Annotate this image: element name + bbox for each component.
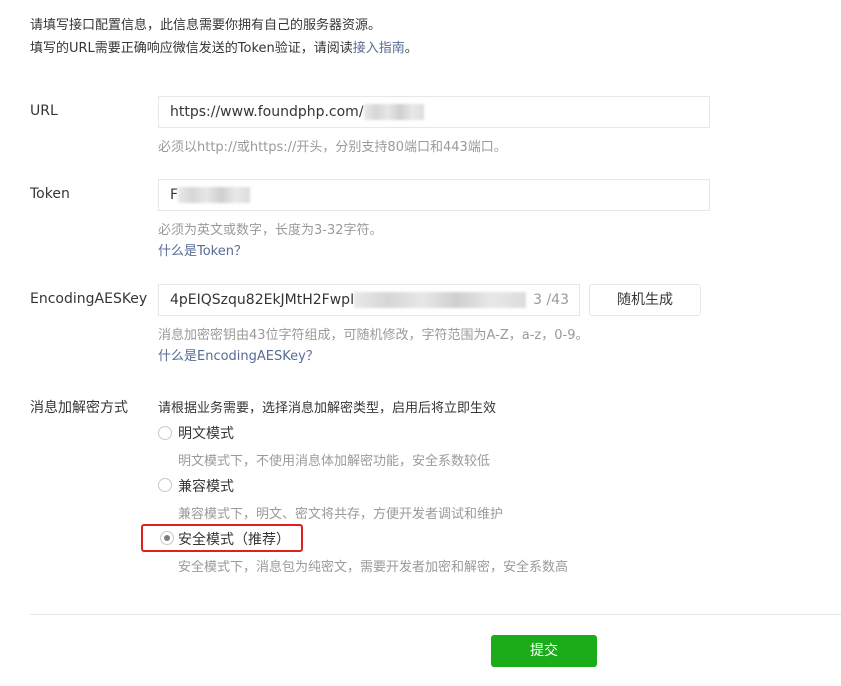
intro-line-1: 请填写接口配置信息，此信息需要你拥有自己的服务器资源。 [30, 18, 382, 33]
aes-label: EncodingAESKey [30, 291, 148, 307]
radio-plaintext[interactable] [158, 426, 172, 440]
url-hint: 必须以http://或https://开头，分别支持80端口和443端口。 [158, 140, 507, 155]
footer-divider [30, 614, 841, 615]
token-value: F [170, 187, 179, 203]
random-generate-button[interactable]: 随机生成 [589, 284, 701, 316]
aes-redacted-mask [354, 292, 527, 308]
aes-value: 4pEIQSzqu82EkJMtH2FwpI [170, 292, 355, 308]
intro-line-2-suffix: 。 [404, 41, 418, 56]
url-redacted-mask [363, 104, 424, 120]
encryption-label: 消息加解密方式 [30, 400, 128, 416]
secure-option-highlight-box [141, 524, 303, 552]
token-redacted-mask [178, 187, 251, 203]
aes-input[interactable]: 4pEIQSzqu82EkJMtH2FwpI 3 /43 [158, 284, 580, 316]
token-hint: 必须为英文或数字，长度为3-32字符。 [158, 223, 383, 238]
url-label: URL [30, 103, 58, 119]
option-compatible-desc: 兼容模式下，明文、密文将共存，方便开发者调试和维护 [178, 507, 504, 522]
option-plaintext-desc: 明文模式下，不使用消息体加解密功能，安全系数较低 [178, 454, 491, 469]
aes-char-counter: 3 /43 [533, 292, 569, 308]
option-plaintext-label[interactable]: 明文模式 [178, 423, 234, 443]
intro-line-2-prefix: 填写的URL需要正确响应微信发送的Token验证，请阅读 [30, 41, 353, 56]
option-compatible-label[interactable]: 兼容模式 [178, 476, 234, 496]
token-label: Token [30, 186, 70, 202]
url-value: https://www.foundphp.com/ [170, 104, 364, 120]
url-input[interactable]: https://www.foundphp.com/ [158, 96, 710, 128]
what-is-token-link[interactable]: 什么是Token？ [158, 240, 247, 259]
token-input[interactable]: F [158, 179, 710, 211]
encryption-description: 请根据业务需要，选择消息加解密类型，启用后将立即生效 [158, 401, 497, 416]
radio-compatible[interactable] [158, 478, 172, 492]
access-guide-link[interactable]: 接入指南 [353, 41, 405, 56]
submit-button[interactable]: 提交 [491, 635, 597, 667]
aes-hint: 消息加密密钥由43位字符组成，可随机修改，字符范围为A-Z，a-z，0-9。 [158, 328, 589, 343]
what-is-aes-link[interactable]: 什么是EncodingAESKey？ [158, 345, 319, 364]
option-secure-desc: 安全模式下，消息包为纯密文，需要开发者加密和解密，安全系数高 [178, 560, 569, 575]
intro-line-2: 填写的URL需要正确响应微信发送的Token验证，请阅读接入指南。 [30, 37, 418, 56]
